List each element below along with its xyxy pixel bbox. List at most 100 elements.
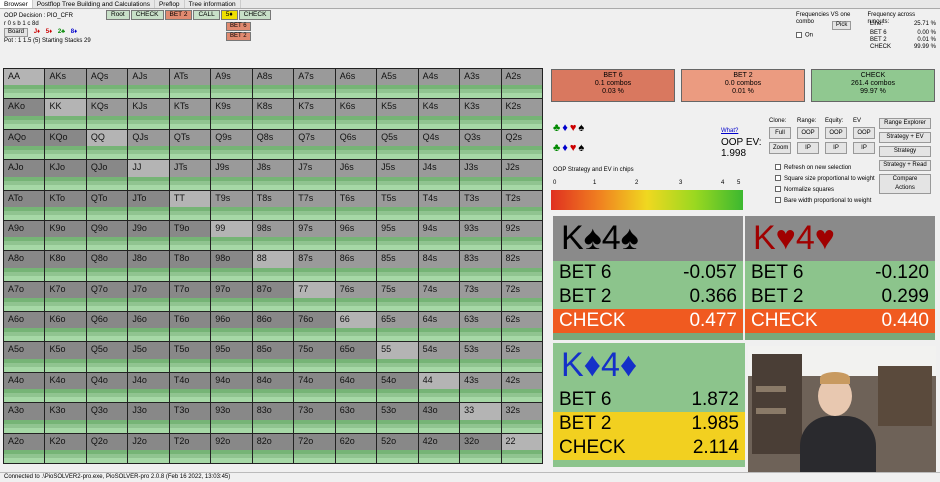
hand-cell[interactable]: 77	[294, 281, 335, 312]
tab-tree-info[interactable]: Tree information	[185, 0, 241, 8]
bet6-option[interactable]: BET 6	[226, 22, 251, 31]
hand-cell[interactable]: K2o	[45, 433, 86, 463]
hand-cell[interactable]: JTs	[169, 160, 211, 190]
ev-oop-button[interactable]: OOP	[853, 127, 875, 139]
hand-cell[interactable]: T6s	[335, 190, 377, 220]
hand-cell[interactable]: A5s	[377, 69, 418, 99]
hand-cell[interactable]: 93o	[211, 403, 252, 433]
hand-cell[interactable]: AKo	[4, 99, 45, 129]
hand-cell[interactable]: Q8o	[86, 251, 128, 281]
hand-cell[interactable]: A7o	[4, 281, 45, 312]
hand-cell[interactable]: 97s	[294, 220, 335, 251]
normalize-checkbox[interactable]	[775, 186, 781, 193]
hand-cell[interactable]: J7o	[128, 281, 169, 312]
hand-cell[interactable]: 22	[501, 433, 542, 463]
hand-cell[interactable]: Q3s	[460, 129, 501, 160]
hand-cell[interactable]: T9s	[211, 190, 252, 220]
hand-cell[interactable]: 33	[460, 403, 501, 433]
range-oop-button[interactable]: OOP	[797, 127, 819, 139]
root-button[interactable]: Root	[106, 10, 130, 20]
hand-cell[interactable]: KK	[45, 99, 86, 129]
what-link[interactable]: What?	[721, 126, 762, 137]
hand-cell[interactable]: T4s	[418, 190, 460, 220]
hand-cell[interactable]: K8s	[252, 99, 294, 129]
hand-cell[interactable]: A2o	[4, 433, 45, 463]
hand-cell[interactable]: T8o	[169, 251, 211, 281]
hand-cell[interactable]: 62o	[335, 433, 377, 463]
hand-cell[interactable]: KTo	[45, 190, 86, 220]
heart-icon[interactable]: ♥	[570, 122, 577, 134]
hand-cell[interactable]: K3s	[460, 99, 501, 129]
equity-oop-button[interactable]: OOP	[825, 127, 847, 139]
hand-cell[interactable]: Q6o	[86, 312, 128, 342]
hand-cell[interactable]: J9s	[211, 160, 252, 190]
hand-cell[interactable]: J6o	[128, 312, 169, 342]
hand-cell[interactable]: J8o	[128, 251, 169, 281]
hand-cell[interactable]: 54o	[377, 372, 418, 403]
tab-postflop[interactable]: Postflop Tree Building and Calculations	[33, 0, 155, 8]
hand-cell[interactable]: 82o	[252, 433, 294, 463]
hand-cell[interactable]: K8o	[45, 251, 86, 281]
hand-cell[interactable]: 65s	[377, 312, 418, 342]
hand-cell[interactable]: 74s	[418, 281, 460, 312]
hand-cell[interactable]: J9o	[128, 220, 169, 251]
hand-cell[interactable]: Q8s	[252, 129, 294, 160]
full-button[interactable]: Full	[769, 127, 791, 139]
hand-cell[interactable]: T3s	[460, 190, 501, 220]
hand-cell[interactable]: 64o	[335, 372, 377, 403]
strategy-button[interactable]: Strategy	[879, 146, 931, 157]
hand-cell[interactable]: AJs	[128, 69, 169, 99]
hand-cell[interactable]: J5s	[377, 160, 418, 190]
hand-cell[interactable]: 75o	[294, 342, 335, 372]
hand-cell[interactable]: A4o	[4, 372, 45, 403]
hand-cell[interactable]: 86o	[252, 312, 294, 342]
hand-cell[interactable]: JTo	[128, 190, 169, 220]
hand-cell[interactable]: 42o	[418, 433, 460, 463]
card-kh4h[interactable]: K♥4♥ BET 6 -0.120 BET 2 0.299 CHECK 0.440	[745, 216, 935, 340]
hand-cell[interactable]: K4s	[418, 99, 460, 129]
hand-cell[interactable]: Q5o	[86, 342, 128, 372]
hand-cell[interactable]: A4s	[418, 69, 460, 99]
hand-cell[interactable]: 84s	[418, 251, 460, 281]
hand-cell[interactable]: 93s	[460, 220, 501, 251]
hand-cell[interactable]: 44	[418, 372, 460, 403]
hand-cell[interactable]: KQs	[86, 99, 128, 129]
pick-button[interactable]: Pick	[832, 21, 852, 30]
hand-cell[interactable]: 64s	[418, 312, 460, 342]
hand-cell[interactable]: 42s	[501, 372, 542, 403]
hand-cell[interactable]: ATs	[169, 69, 211, 99]
hand-cell[interactable]: KQo	[45, 129, 86, 160]
hand-cell[interactable]: J5o	[128, 342, 169, 372]
hand-cell[interactable]: KJs	[128, 99, 169, 129]
hand-cell[interactable]: QJo	[86, 160, 128, 190]
hand-cell[interactable]: K3o	[45, 403, 86, 433]
hand-cell[interactable]: K9s	[211, 99, 252, 129]
hand-cell[interactable]: 96s	[335, 220, 377, 251]
hand-cell[interactable]: Q4s	[418, 129, 460, 160]
check-next-button[interactable]: CHECK	[238, 10, 272, 20]
hand-cell[interactable]: 63o	[335, 403, 377, 433]
hand-cell[interactable]: A6o	[4, 312, 45, 342]
hand-cell[interactable]: 86s	[335, 251, 377, 281]
hand-cell[interactable]: Q7s	[294, 129, 335, 160]
hand-cell[interactable]: 73s	[460, 281, 501, 312]
hand-cell[interactable]: Q9o	[86, 220, 128, 251]
hand-cell[interactable]: 72o	[294, 433, 335, 463]
hand-cell[interactable]: Q4o	[86, 372, 128, 403]
hand-cell[interactable]: AJo	[4, 160, 45, 190]
hand-cell[interactable]: T9o	[169, 220, 211, 251]
hand-cell[interactable]: J2s	[501, 160, 542, 190]
hand-cell[interactable]: KJo	[45, 160, 86, 190]
heart-icon[interactable]: ♥	[570, 142, 577, 154]
hand-cell[interactable]: AQo	[4, 129, 45, 160]
hand-cell[interactable]: 94s	[418, 220, 460, 251]
spade-icon[interactable]: ♠	[578, 142, 584, 154]
hand-cell[interactable]: 97o	[211, 281, 252, 312]
hand-cell[interactable]: 52s	[501, 342, 542, 372]
hand-cell[interactable]: 32o	[460, 433, 501, 463]
hand-cell[interactable]: AKs	[45, 69, 86, 99]
hand-cell[interactable]: 83o	[252, 403, 294, 433]
hand-cell[interactable]: Q6s	[335, 129, 377, 160]
hand-cell[interactable]: 43o	[418, 403, 460, 433]
refresh-checkbox[interactable]	[775, 164, 781, 171]
